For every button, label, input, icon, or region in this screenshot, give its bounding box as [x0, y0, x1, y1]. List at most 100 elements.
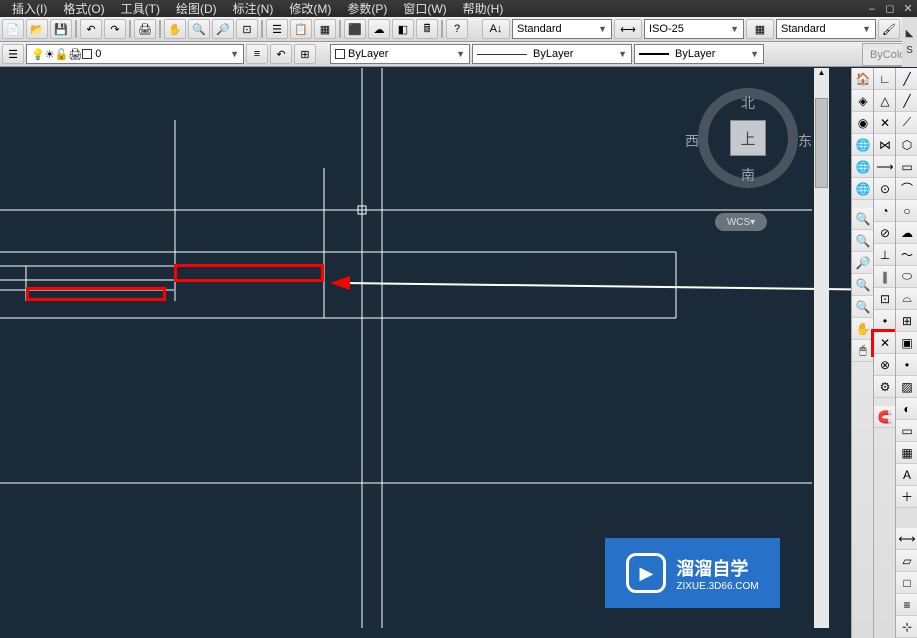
isometric-button[interactable]: ◈: [852, 90, 874, 112]
drawing-canvas[interactable]: 上 北 南 东 西 WCS ▾ ▶ 溜溜自学 ZIXUE.3D66.COM: [0, 68, 828, 628]
snap-nearest-button[interactable]: ✕: [874, 332, 896, 354]
circle-button[interactable]: ○: [896, 200, 917, 222]
pan-button[interactable]: ✋: [164, 19, 186, 39]
mtext-button[interactable]: A: [896, 464, 917, 486]
table-button[interactable]: ▦: [896, 442, 917, 464]
arc-button[interactable]: ⌒: [896, 178, 917, 200]
wcs-badge[interactable]: WCS ▾: [715, 213, 767, 231]
dim-style-icon[interactable]: ⟷: [614, 19, 642, 39]
snap-endpoint-button[interactable]: ∟: [874, 68, 896, 90]
zoom-window-button[interactable]: 🔍: [852, 208, 874, 230]
toolpalette-button[interactable]: ▦: [314, 19, 336, 39]
globe-sw-button[interactable]: 🌐: [852, 178, 874, 200]
temp-track-button[interactable]: 🧲: [874, 406, 896, 428]
line-button[interactable]: ╱: [896, 68, 917, 90]
maximize-icon[interactable]: ◻: [881, 1, 899, 17]
viewcube-west[interactable]: 西: [685, 131, 699, 151]
area-button[interactable]: ▱: [896, 550, 917, 572]
zoom-window-button[interactable]: ⊡: [236, 19, 258, 39]
dim-style-dropdown[interactable]: ISO-25 ▼: [644, 19, 744, 39]
menu-param[interactable]: 参数(P): [339, 0, 395, 18]
minimize-icon[interactable]: –: [863, 1, 881, 17]
revision-cloud-button[interactable]: ☁: [896, 222, 917, 244]
linetype-dropdown[interactable]: ByLayer ▼: [472, 44, 632, 64]
snap-quadrant-button[interactable]: ◔: [874, 200, 896, 222]
text-style-icon[interactable]: A↓: [482, 19, 510, 39]
scroll-up-icon[interactable]: ▲: [814, 68, 829, 83]
brush-icon[interactable]: 🖌: [878, 19, 900, 39]
text-style-dropdown[interactable]: Standard ▼: [512, 19, 612, 39]
vertical-scrollbar[interactable]: ▲: [814, 68, 829, 628]
side-handle[interactable]: ◣ S: [902, 17, 917, 67]
zoom-realtime-button[interactable]: 🔎: [852, 252, 874, 274]
add-selected-button[interactable]: ＋: [896, 486, 917, 508]
snap-none-button[interactable]: ⊗: [874, 354, 896, 376]
scrollbar-thumb[interactable]: [815, 98, 828, 188]
menu-modify[interactable]: 修改(M): [281, 0, 339, 18]
polyline-button[interactable]: ⟋: [896, 112, 917, 134]
globe-ne-button[interactable]: 🌐: [852, 134, 874, 156]
sphere-button[interactable]: ◉: [852, 112, 874, 134]
layer-state-button[interactable]: ≡: [246, 44, 268, 64]
snap-tangent-button[interactable]: ⊘: [874, 222, 896, 244]
snap-parallel-button[interactable]: ∥: [874, 266, 896, 288]
snap-center-button[interactable]: ⊙: [874, 178, 896, 200]
rectangle-button[interactable]: ▭: [896, 156, 917, 178]
viewcube-east[interactable]: 东: [798, 131, 812, 151]
snap-perpendicular-button[interactable]: ⊥: [874, 244, 896, 266]
print-button[interactable]: 🖨: [134, 19, 156, 39]
open-button[interactable]: 📂: [26, 19, 48, 39]
region-button[interactable]: ▭: [896, 420, 917, 442]
snap-intersect-button[interactable]: ✕: [874, 112, 896, 134]
viewcube[interactable]: 上 北 南 东 西 WCS ▾: [683, 73, 813, 203]
snap-midpoint-button[interactable]: △: [874, 90, 896, 112]
id-point-button[interactable]: ⊹: [896, 616, 917, 638]
mass-button[interactable]: □: [896, 572, 917, 594]
zoom-prev-button[interactable]: 🔍: [852, 230, 874, 252]
layer-match-button[interactable]: ⊞: [294, 44, 316, 64]
hatch-button[interactable]: ▨: [896, 376, 917, 398]
zoom-prev-button[interactable]: 🔍: [188, 19, 210, 39]
make-block-button[interactable]: ▣: [896, 332, 917, 354]
color-dropdown[interactable]: ByLayer ▼: [330, 44, 470, 64]
menu-draw[interactable]: 绘图(D): [168, 0, 225, 18]
new-button[interactable]: 📄: [2, 19, 24, 39]
lineweight-dropdown[interactable]: ByLayer ▼: [634, 44, 764, 64]
ellipse-arc-button[interactable]: ⌓: [896, 288, 917, 310]
calc-button[interactable]: 🖩: [416, 19, 438, 39]
table-style-dropdown[interactable]: Standard ▼: [776, 19, 876, 39]
menu-dimension[interactable]: 标注(N): [225, 0, 282, 18]
insert-block-button[interactable]: ⊞: [896, 310, 917, 332]
sheet-button[interactable]: 📋: [290, 19, 312, 39]
snap-apparent-button[interactable]: ⋈: [874, 134, 896, 156]
snap-node-button[interactable]: •: [874, 310, 896, 332]
osnap-settings-button[interactable]: ⚙: [874, 376, 896, 398]
polygon-button[interactable]: ⬡: [896, 134, 917, 156]
home-view-button[interactable]: 🏠: [852, 68, 874, 90]
zoom-extents-button[interactable]: 🔍: [852, 274, 874, 296]
help-button[interactable]: ?: [446, 19, 468, 39]
layer-props-button[interactable]: ☰: [2, 44, 24, 64]
undo-button[interactable]: ↶: [80, 19, 102, 39]
spline-button[interactable]: 〜: [896, 244, 917, 266]
globe-top-button[interactable]: 🌐: [852, 156, 874, 178]
point-button[interactable]: •: [896, 354, 917, 376]
ellipse-button[interactable]: ⬭: [896, 266, 917, 288]
zoom-all-button[interactable]: 🔍: [852, 296, 874, 318]
layer-dropdown[interactable]: 💡 ☀ 🔓 🖨 0 ▼: [26, 44, 244, 64]
menu-insert[interactable]: 插入(I): [4, 0, 55, 18]
gradient-button[interactable]: ◐: [896, 398, 917, 420]
construction-line-button[interactable]: ╱: [896, 90, 917, 112]
menu-tools[interactable]: 工具(T): [113, 0, 168, 18]
menu-format[interactable]: 格式(O): [55, 0, 112, 18]
distance-button[interactable]: ⟷: [896, 528, 917, 550]
zoom-realtime-button[interactable]: 🔎: [212, 19, 234, 39]
snap-insert-button[interactable]: ⊡: [874, 288, 896, 310]
menu-help[interactable]: 帮助(H): [455, 0, 512, 18]
table-style-icon[interactable]: ▦: [746, 19, 774, 39]
close-icon[interactable]: ✕: [899, 1, 917, 17]
list-button[interactable]: ≡: [896, 594, 917, 616]
mark-button[interactable]: ⬛: [344, 19, 366, 39]
block-button[interactable]: ◧: [392, 19, 414, 39]
orbit-button[interactable]: 🖱: [852, 340, 874, 362]
